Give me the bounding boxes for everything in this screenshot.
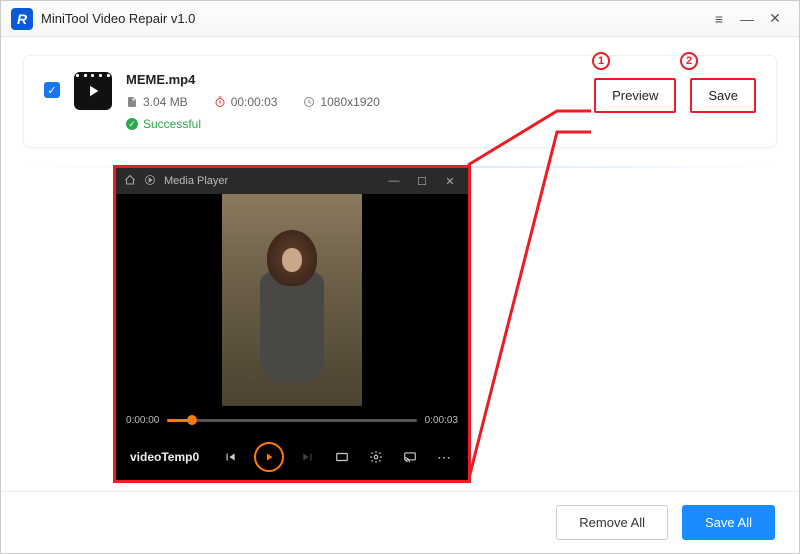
callout-1: 1 xyxy=(592,52,610,70)
seek-track[interactable] xyxy=(167,419,416,422)
player-video-area[interactable] xyxy=(116,194,468,406)
callout-2: 2 xyxy=(680,52,698,70)
player-app-name: Media Player xyxy=(164,175,228,187)
skip-back-icon[interactable] xyxy=(220,450,240,464)
titlebar: R MiniTool Video Repair v1.0 ≡ ― ✕ xyxy=(1,1,799,37)
app-window: R MiniTool Video Repair v1.0 ≡ ― ✕ ✓ MEM… xyxy=(0,0,800,554)
file-status: ✓ Successful xyxy=(126,117,580,131)
player-total-time: 0:00:03 xyxy=(425,415,458,426)
settings-icon[interactable] xyxy=(366,450,386,464)
file-duration: 00:00:03 xyxy=(214,95,278,109)
menu-icon[interactable]: ≡ xyxy=(705,5,733,33)
skip-forward-icon[interactable] xyxy=(298,450,318,464)
video-frame-content xyxy=(257,230,327,390)
player-seekbar: 0:00:00 0:00:03 xyxy=(116,406,468,434)
save-all-button[interactable]: Save All xyxy=(682,505,775,540)
player-close-icon[interactable]: ✕ xyxy=(440,175,460,188)
file-size: 3.04 MB xyxy=(126,95,188,109)
file-duration-value: 00:00:03 xyxy=(231,95,278,109)
preview-callout: Preview xyxy=(594,78,676,113)
resolution-icon xyxy=(303,96,315,108)
video-thumbnail-icon xyxy=(74,72,112,110)
media-player-window: Media Player ― ☐ ✕ 0:00:00 xyxy=(113,165,471,483)
success-icon: ✓ xyxy=(126,118,138,130)
play-button[interactable] xyxy=(254,442,284,472)
player-minimize-icon[interactable]: ― xyxy=(384,175,404,187)
file-size-value: 3.04 MB xyxy=(143,95,188,109)
file-size-icon xyxy=(126,96,138,108)
app-title: MiniTool Video Repair v1.0 xyxy=(41,11,195,26)
file-resolution: 1080x1920 xyxy=(303,95,379,109)
player-maximize-icon[interactable]: ☐ xyxy=(412,175,432,188)
footer-bar: Remove All Save All xyxy=(1,491,799,553)
save-callout: Save xyxy=(690,78,756,113)
player-home-icon[interactable] xyxy=(124,174,136,189)
seek-thumb[interactable] xyxy=(187,415,197,425)
preview-button[interactable]: Preview xyxy=(602,82,668,109)
minimize-icon[interactable]: ― xyxy=(733,5,761,33)
more-icon[interactable]: ⋯ xyxy=(434,449,454,466)
cast-icon[interactable] xyxy=(400,450,420,464)
file-status-text: Successful xyxy=(143,117,201,131)
content-area: ✓ MEME.mp4 3.04 MB xyxy=(1,37,799,491)
file-checkbox[interactable]: ✓ xyxy=(44,82,60,98)
player-current-time: 0:00:00 xyxy=(126,415,159,426)
player-titlebar: Media Player ― ☐ ✕ xyxy=(116,168,468,194)
player-controls: videoTemp0 ⋯ xyxy=(116,434,468,480)
file-card: ✓ MEME.mp4 3.04 MB xyxy=(23,55,777,148)
subtitle-icon[interactable] xyxy=(332,450,352,464)
player-app-icon xyxy=(144,174,156,189)
save-button[interactable]: Save xyxy=(698,82,748,109)
remove-all-button[interactable]: Remove All xyxy=(556,505,668,540)
file-info: MEME.mp4 3.04 MB 00:00:03 xyxy=(126,72,580,131)
close-icon[interactable]: ✕ xyxy=(761,5,789,33)
app-logo-icon: R xyxy=(11,8,33,30)
clock-icon xyxy=(214,96,226,108)
player-video-title: videoTemp0 xyxy=(130,450,199,464)
file-name: MEME.mp4 xyxy=(126,72,580,87)
file-resolution-value: 1080x1920 xyxy=(320,95,379,109)
